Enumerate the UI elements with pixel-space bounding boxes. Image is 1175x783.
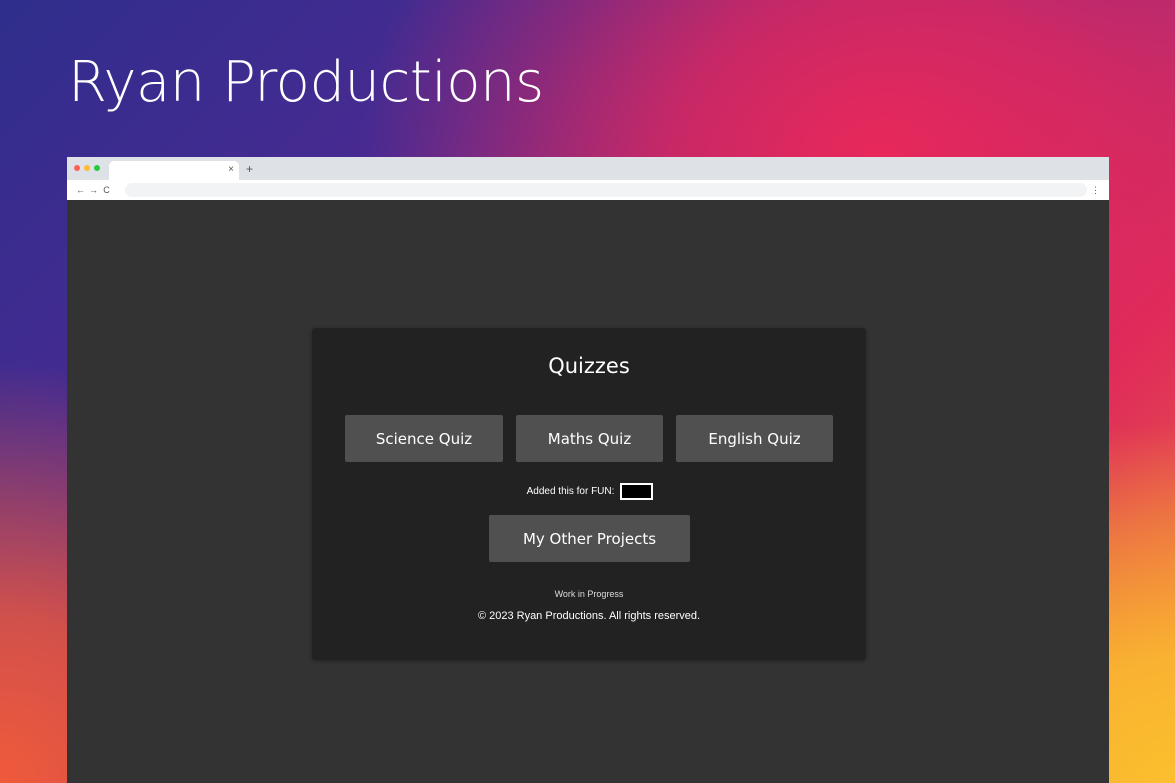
footer-copyright: © 2023 Ryan Productions. All rights rese… bbox=[477, 610, 701, 622]
fun-box[interactable] bbox=[620, 483, 654, 500]
reload-icon[interactable]: C bbox=[100, 184, 113, 196]
maximize-window-icon[interactable] bbox=[94, 165, 100, 171]
minimize-window-icon[interactable] bbox=[84, 165, 90, 171]
forward-icon[interactable]: → bbox=[87, 184, 100, 196]
new-tab-icon[interactable]: + bbox=[246, 161, 253, 177]
science-quiz-button[interactable]: Science Quiz bbox=[345, 415, 503, 462]
card-title: Quizzes bbox=[548, 354, 630, 378]
window-controls bbox=[74, 165, 100, 171]
hero-title: Ryan Productions bbox=[68, 50, 544, 115]
quiz-card: Quizzes Science Quiz Maths Quiz English … bbox=[312, 328, 866, 660]
back-icon[interactable]: ← bbox=[74, 184, 87, 196]
status-text: Work in Progress bbox=[554, 589, 624, 599]
quiz-button-row: Science Quiz Maths Quiz English Quiz bbox=[345, 415, 833, 462]
fun-label: Added this for FUN: bbox=[526, 486, 615, 497]
page-viewport: Quizzes Science Quiz Maths Quiz English … bbox=[67, 200, 1109, 783]
browser-menu-icon[interactable]: ⋮ bbox=[1091, 183, 1100, 197]
fun-row: Added this for FUN: bbox=[312, 483, 866, 500]
tab-close-icon[interactable]: × bbox=[228, 164, 234, 176]
browser-tab-bar: × + bbox=[67, 157, 1109, 180]
maths-quiz-button[interactable]: Maths Quiz bbox=[516, 415, 663, 462]
english-quiz-button[interactable]: English Quiz bbox=[676, 415, 833, 462]
other-projects-button[interactable]: My Other Projects bbox=[489, 515, 690, 562]
address-bar[interactable] bbox=[125, 183, 1087, 197]
browser-window: × + ← → C ⋮ Quizzes Science Quiz Maths Q… bbox=[67, 157, 1109, 783]
browser-toolbar: ← → C ⋮ bbox=[67, 180, 1109, 200]
close-window-icon[interactable] bbox=[74, 165, 80, 171]
browser-tab[interactable]: × bbox=[109, 161, 239, 180]
